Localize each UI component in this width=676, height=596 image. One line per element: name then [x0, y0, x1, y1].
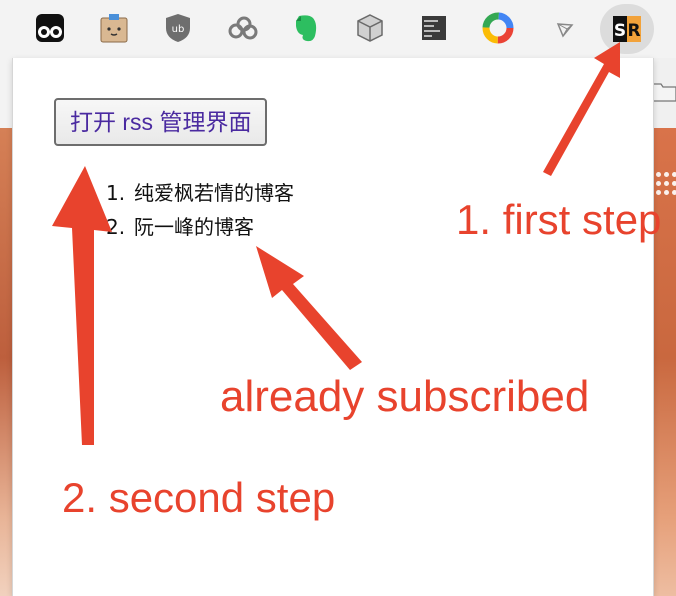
list-item-title: 阮一峰的博客 — [134, 215, 254, 239]
svg-text:R: R — [627, 21, 640, 41]
list-item-number: 1. — [106, 181, 126, 205]
ublock-icon[interactable]: ub — [160, 10, 196, 46]
page-background-left — [0, 58, 12, 596]
already-subscribed-label: already subscribed — [220, 372, 590, 421]
first-step-label: 1. first step — [456, 196, 662, 243]
sr-extension-button[interactable]: S R — [600, 4, 654, 54]
svg-text:S: S — [614, 21, 626, 41]
terminal-icon[interactable] — [416, 10, 452, 46]
list-item-number: 2. — [106, 215, 126, 239]
sr-icon: S R — [613, 16, 641, 42]
evernote-icon[interactable] — [288, 10, 324, 46]
list-item[interactable]: 2. 阮一峰的博客 — [106, 210, 294, 244]
svg-text:ub: ub — [172, 24, 185, 35]
second-step-label: 2. second step — [62, 474, 336, 521]
folder-icon — [652, 80, 676, 102]
list-item[interactable]: 1. 纯爱枫若情的博客 — [106, 176, 294, 210]
open-rss-manager-button[interactable]: 打开 rss 管理界面 — [54, 98, 268, 146]
box-face-icon[interactable] — [96, 10, 132, 46]
cloud-icon[interactable] — [224, 10, 260, 46]
browser-toolbar: ub S R — [0, 0, 676, 59]
page-background-right — [652, 58, 676, 596]
cube-icon[interactable] — [352, 10, 388, 46]
list-item-title: 纯爱枫若情的博客 — [134, 181, 294, 205]
subscription-list: 1. 纯爱枫若情的博客 2. 阮一峰的博客 — [106, 176, 294, 244]
tampermonkey-icon[interactable] — [32, 10, 68, 46]
triangle-icon[interactable] — [546, 10, 582, 46]
color-ring-icon[interactable] — [480, 10, 516, 46]
